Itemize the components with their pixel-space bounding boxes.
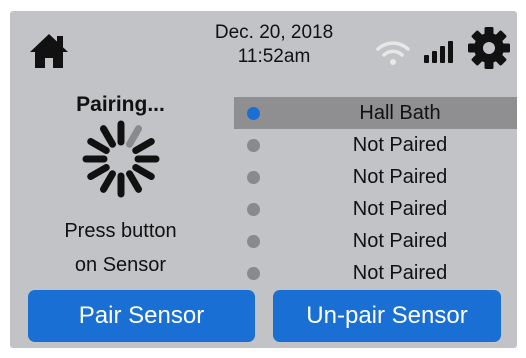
- pair-sensor-button[interactable]: Pair Sensor: [28, 290, 255, 342]
- status-dot-icon: [247, 267, 260, 280]
- sensor-row[interactable]: Not Paired: [234, 257, 517, 289]
- time-text: 11:52am: [237, 46, 311, 67]
- sensor-list: Hall Bath Not Paired Not Paired Not Pair…: [234, 97, 517, 289]
- signal-bars-icon: [424, 41, 453, 63]
- date-time: Dec. 20, 2018 11:52am: [192, 21, 356, 69]
- sensor-label: Not Paired: [352, 198, 448, 220]
- status-dot-icon: [247, 139, 260, 152]
- status-dot-icon: [247, 203, 260, 216]
- sensor-label: Hall Bath: [359, 102, 441, 124]
- date-text: Dec. 20, 2018: [214, 22, 334, 43]
- sensor-label: Not Paired: [352, 134, 448, 156]
- sensor-pairing-screen: Dec. 20, 2018 11:52am Pairing... Press b…: [10, 11, 517, 348]
- pairing-status-title: Pairing...: [76, 93, 165, 116]
- sensor-row[interactable]: Not Paired: [234, 225, 517, 257]
- unpair-sensor-button[interactable]: Un-pair Sensor: [273, 290, 501, 342]
- spinner-icon: [82, 120, 160, 198]
- sensor-row[interactable]: Not Paired: [234, 129, 517, 161]
- instruction-line-1: Press button: [64, 220, 177, 242]
- gear-icon[interactable]: [466, 25, 512, 71]
- pairing-panel: Pairing... Press button on Sensor: [18, 89, 223, 289]
- home-icon[interactable]: [28, 31, 70, 71]
- sensor-label: Not Paired: [352, 230, 448, 252]
- sensor-row[interactable]: Hall Bath: [234, 97, 517, 129]
- sensor-row[interactable]: Not Paired: [234, 193, 517, 225]
- sensor-label: Not Paired: [352, 262, 448, 284]
- sensor-label: Not Paired: [352, 166, 448, 188]
- instruction-line-2: on Sensor: [74, 254, 167, 276]
- status-dot-icon: [247, 107, 260, 120]
- wifi-icon: [376, 41, 410, 65]
- status-dot-icon: [247, 235, 260, 248]
- sensor-row[interactable]: Not Paired: [234, 161, 517, 193]
- status-dot-icon: [247, 171, 260, 184]
